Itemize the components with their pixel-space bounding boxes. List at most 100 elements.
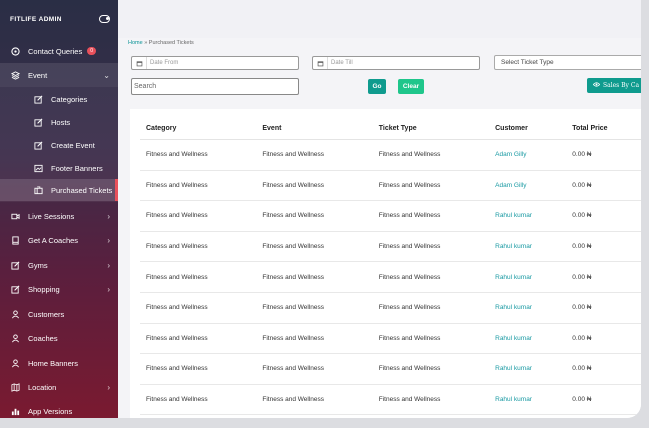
layers-icon: [11, 70, 20, 80]
edit-icon: [34, 141, 43, 150]
table-cell: Fitness and Wellness: [256, 200, 373, 232]
search-input[interactable]: Search: [131, 78, 299, 95]
table-row[interactable]: Fitness and Wellness Fitness and Wellness…: [140, 323, 641, 355]
chevron-right-icon: ›: [107, 284, 110, 294]
table-cell: Fitness and Wellness: [256, 139, 373, 171]
sidebar-item-coaches[interactable]: Coaches: [0, 327, 118, 349]
table-cell: Fitness and Wellness: [140, 261, 257, 293]
customer-link[interactable]: Rahul kumar: [489, 200, 567, 232]
table-row[interactable]: Fitness and Wellness Fitness and Wellness…: [140, 200, 641, 232]
sales-by-category-button[interactable]: Sales By Ca: [587, 78, 641, 93]
calendar-icon[interactable]: [313, 57, 328, 69]
sidebar-item-purchased-tickets[interactable]: Purchased Tickets: [0, 179, 118, 201]
sidebar-item-get-a-coaches[interactable]: Get A Coaches ›: [0, 229, 118, 251]
table-cell: Fitness and Wellness: [256, 353, 373, 385]
sidebar-item-contact-queries[interactable]: Contact Queries 0: [0, 40, 118, 62]
chevron-right-icon: ›: [107, 235, 110, 245]
customer-link[interactable]: Rahul kumar: [489, 261, 567, 293]
table-cell: 0.00 ₦: [566, 261, 641, 293]
book-icon: [11, 235, 20, 245]
sidebar-item-label: Gyms: [28, 260, 48, 270]
edit-icon: [34, 118, 43, 127]
customer-link[interactable]: Rahul kumar: [489, 323, 567, 355]
calendar-icon[interactable]: [132, 57, 147, 69]
sidebar-item-label: App Versions: [28, 406, 73, 416]
table-body: Fitness and Wellness Fitness and Wellness…: [140, 139, 641, 416]
main-content: Home » Purchased Tickets Date From Date …: [118, 38, 641, 418]
sidebar-item-label: Contact Queries: [28, 46, 83, 56]
date-till-field[interactable]: Date Till: [312, 56, 480, 70]
sidebar-item-label: Purchased Tickets: [51, 185, 113, 195]
table-cell: Fitness and Wellness: [256, 384, 373, 416]
map-icon: [11, 382, 20, 392]
sidebar-item-home-banners[interactable]: Home Banners: [0, 352, 118, 374]
table-cell: Fitness and Wellness: [256, 231, 373, 263]
user-icon: [11, 309, 20, 319]
customer-link[interactable]: Rahul kumar: [489, 231, 567, 263]
sidebar-item-label: Create Event: [51, 140, 95, 150]
sales-label: Sales By Ca: [603, 82, 640, 89]
customer-link[interactable]: Adam Gilly: [489, 170, 567, 202]
sidebar-item-label: Get A Coaches: [28, 235, 79, 245]
table-cell: 0.00 ₦: [566, 231, 641, 263]
customer-link[interactable]: Rahul kumar: [489, 353, 567, 385]
sidebar: FITLIFE ADMIN Contact Queries 0 Event ⌄ …: [0, 0, 118, 418]
table-cell: Fitness and Wellness: [140, 353, 257, 385]
column-header: Total Price: [566, 117, 641, 140]
count-badge: 0: [87, 47, 96, 55]
chevron-right-icon: ›: [107, 382, 110, 392]
sidebar-item-customers[interactable]: Customers: [0, 303, 118, 325]
table-cell: Fitness and Wellness: [372, 170, 490, 202]
table-cell: Fitness and Wellness: [372, 384, 490, 416]
ticket-type-select[interactable]: Select Ticket Type: [494, 55, 641, 70]
table-cell: Fitness and Wellness: [140, 139, 257, 171]
chat-icon: [11, 46, 20, 56]
table-row[interactable]: Fitness and Wellness Fitness and Wellness…: [140, 261, 641, 293]
clear-button[interactable]: Clear: [398, 79, 424, 94]
edit-icon: [11, 285, 20, 294]
app-window: FITLIFE ADMIN Contact Queries 0 Event ⌄ …: [0, 0, 641, 418]
date-from-placeholder: Date From: [150, 60, 179, 66]
top-bar: [118, 0, 641, 38]
sidebar-toggle-icon[interactable]: [99, 15, 110, 23]
table-cell: 0.00 ₦: [566, 170, 641, 202]
customer-link[interactable]: Rahul kumar: [489, 384, 567, 416]
column-header: Category: [140, 117, 257, 140]
sidebar-item-create-event[interactable]: Create Event: [0, 134, 118, 156]
table-row[interactable]: Fitness and Wellness Fitness and Wellness…: [140, 231, 641, 263]
table-row[interactable]: Fitness and Wellness Fitness and Wellness…: [140, 292, 641, 324]
sidebar-item-shopping[interactable]: Shopping ›: [0, 278, 118, 300]
sidebar-item-label: Footer Banners: [51, 163, 103, 173]
table-cell: Fitness and Wellness: [256, 292, 373, 324]
sidebar-item-hosts[interactable]: Hosts: [0, 111, 118, 133]
customer-link[interactable]: Adam Gilly: [489, 139, 567, 171]
sidebar-item-label: Home Banners: [28, 358, 79, 368]
sidebar-item-gyms[interactable]: Gyms ›: [0, 254, 118, 276]
user-icon: [11, 333, 20, 343]
sidebar-item-footer-banners[interactable]: Footer Banners: [0, 157, 118, 179]
chevron-right-icon: ›: [107, 260, 110, 270]
sidebar-item-app-versions[interactable]: App Versions: [0, 400, 118, 418]
sidebar-item-label: Hosts: [51, 117, 71, 127]
table-cell: Fitness and Wellness: [372, 231, 490, 263]
sidebar-item-location[interactable]: Location ›: [0, 376, 118, 398]
sidebar-item-label: Customers: [28, 309, 65, 319]
table-cell: Fitness and Wellness: [372, 323, 490, 355]
table-row[interactable]: Fitness and Wellness Fitness and Wellness…: [140, 139, 641, 171]
customer-link[interactable]: Rahul kumar: [489, 292, 567, 324]
table-row[interactable]: Fitness and Wellness Fitness and Wellness…: [140, 170, 641, 202]
table-cell: 0.00 ₦: [566, 323, 641, 355]
table-row[interactable]: Fitness and Wellness Fitness and Wellness…: [140, 384, 641, 416]
sidebar-item-event[interactable]: Event ⌄: [0, 64, 118, 86]
table-row[interactable]: Fitness and Wellness Fitness and Wellness…: [140, 353, 641, 385]
user-icon: [11, 358, 20, 368]
go-button[interactable]: Go: [368, 79, 386, 94]
sidebar-item-label: Categories: [51, 94, 88, 104]
sidebar-item-categories[interactable]: Categories: [0, 88, 118, 110]
breadcrumb-home-link[interactable]: Home: [128, 40, 143, 46]
sidebar-item-live-sessions[interactable]: Live Sessions ›: [0, 205, 118, 227]
breadcrumb-separator: »: [144, 40, 148, 46]
sidebar-item-label: Live Sessions: [28, 211, 75, 221]
ticket-icon: [34, 185, 43, 195]
date-from-field[interactable]: Date From: [131, 56, 299, 70]
